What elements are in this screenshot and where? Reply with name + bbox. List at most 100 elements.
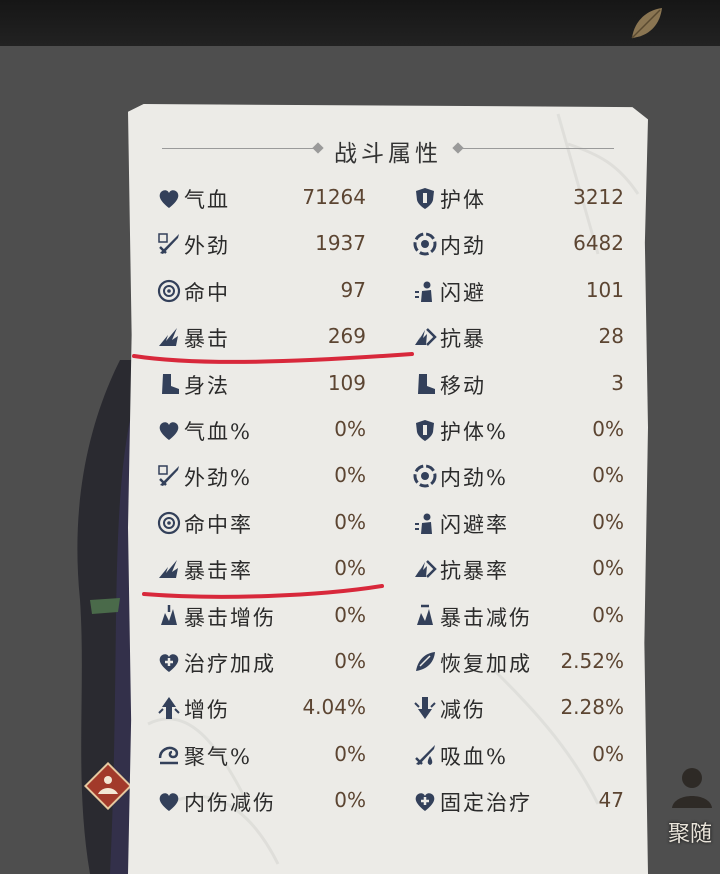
stat-label: 暴击	[184, 327, 230, 352]
stat-value: 0%	[334, 741, 366, 766]
boot-icon	[162, 373, 179, 394]
panel-title: 战斗属性	[334, 141, 442, 167]
stat-label: 闪避率	[440, 512, 509, 537]
stat-label: 外劲%	[184, 466, 252, 491]
stat-row[interactable]: 内伤减伤 0%	[156, 781, 366, 821]
stat-value: 0%	[592, 509, 624, 534]
stat-row[interactable]: 外劲% 0%	[156, 456, 366, 496]
stat-value: 0%	[592, 556, 624, 581]
stat-value: 0%	[334, 602, 366, 627]
stat-row[interactable]: 护体 3212	[412, 178, 624, 218]
stat-label: 闪避	[440, 280, 486, 305]
stat-label: 暴击减伤	[440, 605, 532, 630]
crit-reduce-icon	[417, 604, 433, 625]
crit-icon	[159, 328, 178, 347]
stat-label: 内劲	[440, 234, 486, 259]
stat-row[interactable]: 抗暴率 0%	[412, 549, 624, 589]
stat-value: 3212	[573, 185, 624, 209]
heal-heart-icon	[415, 793, 435, 812]
stat-label: 抗暴	[440, 327, 486, 352]
follower-label: 聚随	[668, 822, 713, 847]
stat-row[interactable]: 身法 109	[156, 364, 366, 404]
stat-label: 增伤	[184, 698, 230, 723]
shield-icon	[416, 188, 434, 209]
stat-value: 0%	[334, 509, 366, 534]
stat-row[interactable]: 暴击减伤 0%	[412, 596, 624, 636]
stat-row[interactable]: 护体% 0%	[412, 410, 624, 450]
stat-value: 71264	[302, 185, 366, 209]
stat-row[interactable]: 命中率 0%	[156, 503, 366, 543]
stat-row[interactable]: 气血 71264	[156, 178, 366, 218]
stat-row[interactable]: 固定治疗 47	[412, 781, 624, 821]
stat-label: 吸血%	[440, 744, 508, 769]
gather-qi-icon	[158, 746, 179, 765]
stat-value: 0%	[592, 741, 624, 766]
stat-label: 外劲	[184, 234, 230, 259]
stat-value: 28	[598, 324, 624, 349]
heart-icon	[159, 422, 179, 440]
stat-row[interactable]: 减伤 2.28%	[412, 688, 624, 728]
stat-row[interactable]: 暴击率 0%	[156, 549, 366, 589]
stat-row[interactable]: 增伤 4.04%	[156, 688, 366, 728]
sword-icon	[158, 233, 179, 255]
sword-icon	[158, 465, 179, 487]
stat-row[interactable]: 闪避 101	[412, 271, 624, 311]
stat-value: 3	[611, 370, 624, 395]
stat-row[interactable]: 内劲 6482	[412, 224, 624, 264]
stat-row[interactable]: 恢复加成 2.52%	[412, 642, 624, 682]
stat-row[interactable]: 聚气% 0%	[156, 735, 366, 775]
crit-resist-icon	[415, 560, 437, 579]
stat-label: 身法	[184, 373, 230, 398]
stat-label: 聚气%	[184, 744, 252, 769]
stat-value: 0%	[592, 417, 624, 441]
stat-row[interactable]: 移动 3	[412, 364, 624, 404]
stat-label: 恢复加成	[440, 652, 532, 676]
crit-damage-icon	[161, 604, 177, 625]
stat-label: 暴击率	[184, 559, 253, 584]
stat-row[interactable]: 暴击增伤 0%	[156, 596, 366, 636]
heart-icon	[159, 190, 179, 208]
stat-row[interactable]: 命中 97	[156, 271, 366, 311]
heart-icon	[159, 793, 179, 812]
follower-button[interactable]: 聚随	[664, 758, 720, 848]
stat-label: 命中	[184, 280, 230, 305]
stat-value: 97	[340, 277, 366, 302]
top-bar	[0, 0, 720, 46]
dodge-icon	[415, 513, 432, 534]
stat-row[interactable]: 暴击 269	[156, 317, 366, 357]
stat-row[interactable]: 闪避率 0%	[412, 503, 624, 543]
crit-icon	[159, 560, 178, 579]
stat-value: 0%	[334, 463, 366, 488]
follower-icon	[672, 768, 712, 808]
stat-value: 269	[327, 324, 366, 349]
swirl-icon	[413, 464, 437, 488]
target-icon	[157, 511, 181, 534]
stat-row[interactable]: 内劲% 0%	[412, 456, 624, 496]
stat-row[interactable]: 外劲 1937	[156, 224, 366, 264]
stat-row[interactable]: 吸血% 0%	[412, 735, 624, 775]
stat-row[interactable]: 抗暴 28	[412, 317, 624, 357]
stat-label: 内伤减伤	[184, 791, 276, 816]
stat-row[interactable]: 气血% 0%	[156, 410, 366, 450]
swirl-icon	[413, 232, 437, 256]
recover-icon	[416, 652, 435, 671]
stat-value: 47	[598, 788, 624, 813]
stat-value: 109	[327, 370, 366, 395]
stat-value: 0%	[592, 463, 624, 488]
stat-value: 0%	[592, 602, 624, 627]
leaf-icon[interactable]	[626, 4, 666, 44]
stat-label: 治疗加成	[184, 652, 276, 676]
stat-label: 命中率	[184, 512, 253, 537]
combat-attributes-panel: 战斗属性 气血 71264 外劲 1937 命中 97 暴击 269 身法 109 气血% 0% 外劲%…	[128, 104, 648, 874]
stat-label: 抗暴率	[440, 559, 509, 584]
stat-value: 2.28%	[560, 695, 624, 720]
shield-icon	[416, 420, 434, 441]
stat-value: 2.52%	[560, 649, 624, 673]
stat-value: 4.04%	[302, 695, 366, 720]
stat-value: 0%	[334, 649, 366, 673]
meditate-button[interactable]	[84, 762, 132, 810]
stat-row[interactable]: 治疗加成 0%	[156, 642, 366, 682]
dodge-icon	[415, 281, 432, 302]
lifesteal-icon	[415, 744, 435, 765]
heal-heart-icon	[159, 654, 179, 672]
